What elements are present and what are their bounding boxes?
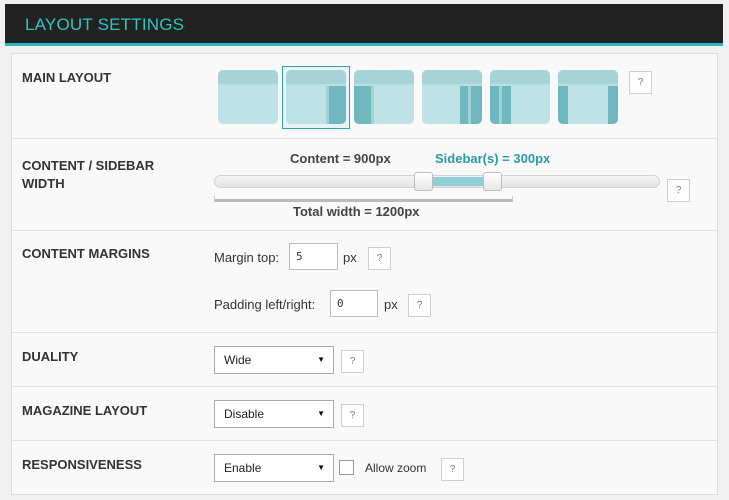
row-magazine-layout: MAGAZINE LAYOUT Disable ▼ ?: [12, 388, 717, 441]
header-bar: LAYOUT SETTINGS: [5, 4, 723, 46]
chevron-down-icon: ▼: [317, 409, 325, 418]
chevron-down-icon: ▼: [317, 355, 325, 364]
duality-label: DUALITY: [22, 349, 79, 364]
magazine-selected-value: Disable: [224, 407, 265, 421]
total-width-value: Total width = 1200px: [293, 204, 420, 219]
layout-option-two-right-sidebars[interactable]: [422, 70, 482, 124]
margin-top-unit: px: [343, 250, 357, 265]
padding-input[interactable]: 0: [330, 290, 378, 317]
layout-option-left-sidebar[interactable]: [354, 70, 414, 124]
total-width-bracket: [214, 196, 513, 202]
padding-label: Padding left/right:: [214, 297, 316, 312]
chevron-down-icon: ▼: [317, 463, 325, 472]
duality-help-icon[interactable]: ?: [341, 350, 364, 373]
layout-option-full-width[interactable]: [218, 70, 278, 124]
magazine-layout-label: MAGAZINE LAYOUT: [22, 403, 148, 418]
responsiveness-label: RESPONSIVENESS: [22, 457, 142, 472]
settings-panel: MAIN LAYOUT ? CONTENT / SIDEBAR WIDTH ? …: [11, 53, 718, 495]
content-width-value: Content = 900px: [290, 151, 391, 166]
allow-zoom-label: Allow zoom: [365, 461, 427, 475]
row-main-layout: MAIN LAYOUT ?: [12, 54, 717, 139]
content-margins-label: CONTENT MARGINS: [22, 246, 150, 261]
content-width-help-icon[interactable]: ?: [667, 179, 690, 202]
responsiveness-select[interactable]: Enable ▼: [214, 454, 334, 482]
margin-top-input[interactable]: 5: [289, 243, 338, 270]
content-width-label-line1: CONTENT / SIDEBAR: [22, 158, 155, 173]
duality-selected-value: Wide: [224, 353, 252, 367]
duality-select[interactable]: Wide ▼: [214, 346, 334, 374]
responsiveness-help-icon[interactable]: ?: [441, 458, 464, 481]
padding-unit: px: [384, 297, 398, 312]
main-layout-help-icon[interactable]: ?: [629, 71, 652, 94]
row-duality: DUALITY Wide ▼ ?: [12, 334, 717, 387]
padding-help-icon[interactable]: ?: [408, 294, 431, 317]
sidebar-width-value: Sidebar(s) = 300px: [435, 151, 551, 166]
magazine-help-icon[interactable]: ?: [341, 404, 364, 427]
row-responsiveness: RESPONSIVENESS Enable ▼ Allow zoom ?: [12, 442, 717, 495]
row-content-margins: CONTENT MARGINS Margin top: 5 px ? Paddi…: [12, 232, 717, 333]
layout-option-right-sidebar[interactable]: [286, 70, 346, 124]
main-layout-label: MAIN LAYOUT: [22, 70, 112, 85]
magazine-select[interactable]: Disable ▼: [214, 400, 334, 428]
page-title: LAYOUT SETTINGS: [25, 15, 185, 34]
content-width-handle[interactable]: [414, 172, 433, 191]
layout-option-sidebars-both-sides[interactable]: [558, 70, 618, 124]
margin-top-help-icon[interactable]: ?: [368, 247, 391, 270]
margin-top-label: Margin top:: [214, 250, 280, 265]
sidebar-width-handle[interactable]: [483, 172, 502, 191]
responsiveness-selected-value: Enable: [224, 461, 262, 475]
layout-option-two-left-sidebars[interactable]: [490, 70, 550, 124]
allow-zoom-checkbox[interactable]: [339, 460, 354, 475]
content-width-label-line2: WIDTH: [22, 176, 65, 191]
width-slider-track[interactable]: [214, 172, 660, 191]
